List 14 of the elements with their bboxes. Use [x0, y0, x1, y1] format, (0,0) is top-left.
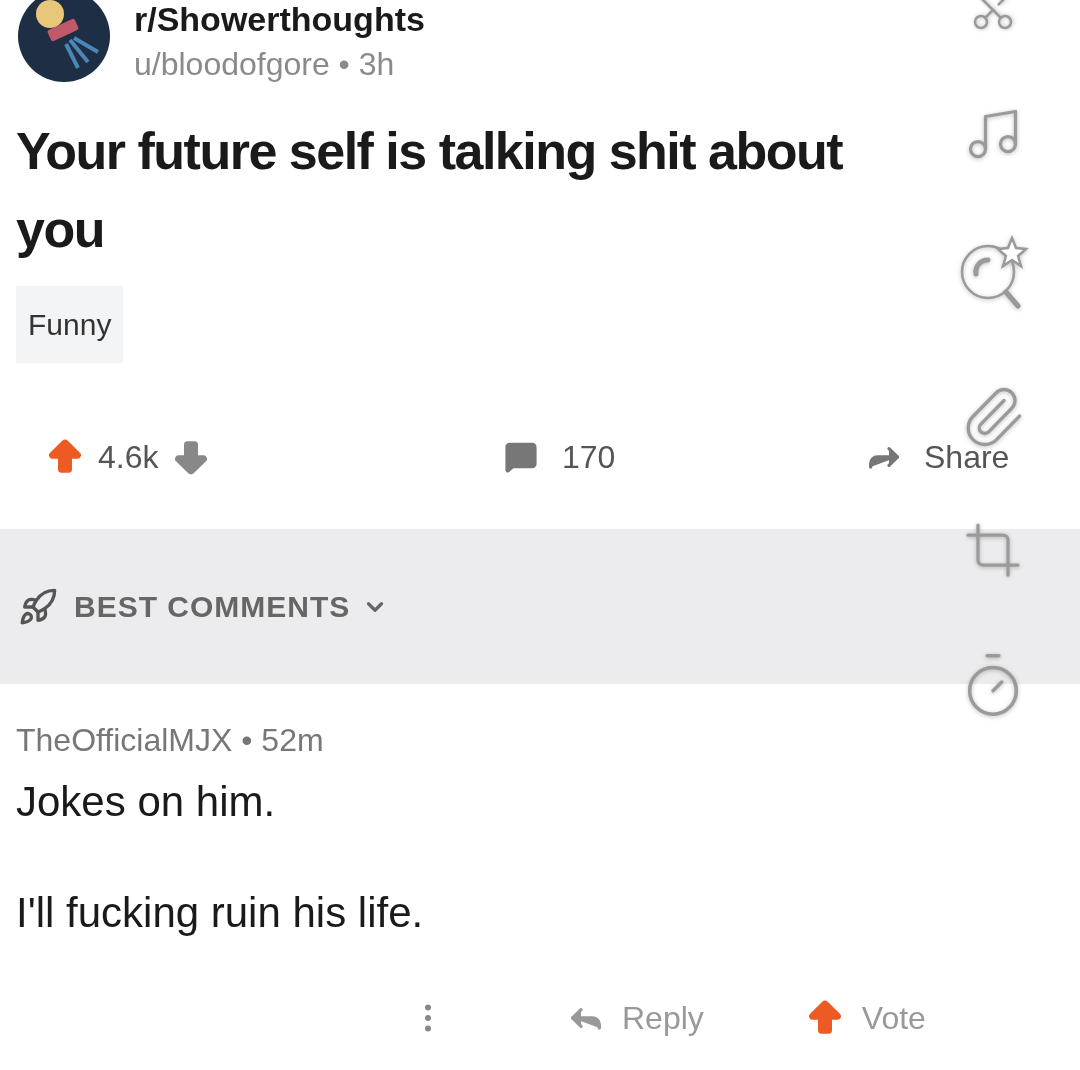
comment-text: I'll fucking ruin his life.: [16, 888, 425, 938]
rocket-icon: [18, 586, 58, 627]
comment-count: 170: [562, 438, 616, 477]
flair-tag[interactable]: Funny: [16, 286, 124, 363]
avatar-icon: [18, 0, 110, 82]
post-byline: u/bloodofgore • 3h: [134, 45, 396, 84]
comment-text: Jokes on him.: [16, 777, 277, 827]
comment-icon[interactable]: [504, 440, 538, 474]
sort-dropdown[interactable]: BEST COMMENTS: [74, 584, 389, 629]
comment-byline: TheOfficialMJX • 52m: [16, 721, 325, 760]
vote-score: 4.6k: [98, 438, 159, 477]
share-button[interactable]: Share: [864, 433, 1010, 481]
post-title: Your future self is talking shit about you: [16, 121, 844, 260]
subreddit-name[interactable]: r/Showerthoughts: [134, 2, 425, 36]
